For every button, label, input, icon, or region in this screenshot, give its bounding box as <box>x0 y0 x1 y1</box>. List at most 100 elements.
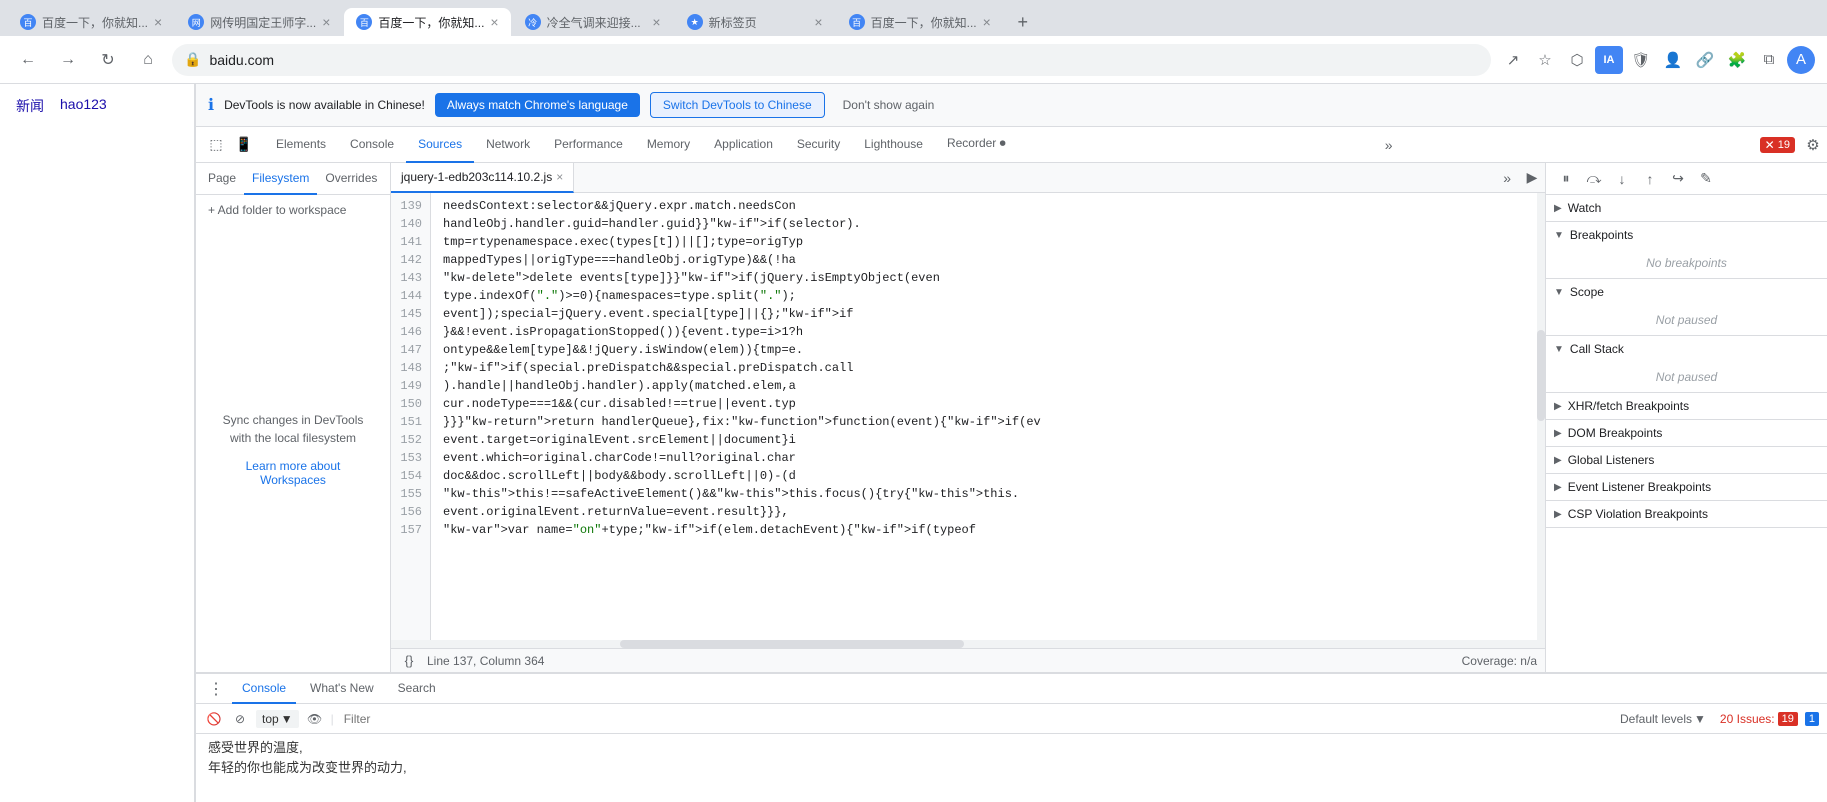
workspace-learn-more-link[interactable]: Learn more about Workspaces <box>216 459 370 487</box>
favicon-1: 百 <box>20 14 36 30</box>
horizontal-scrollbar[interactable] <box>391 640 1537 648</box>
bookmark-button[interactable]: ☆ <box>1531 46 1559 74</box>
step-over-button[interactable]: ⤼ <box>1582 167 1606 191</box>
line-number: 149 <box>391 377 430 395</box>
global-listeners-section: ▶ Global Listeners <box>1546 447 1827 474</box>
breakpoints-content: No breakpoints <box>1546 248 1827 278</box>
dont-show-button[interactable]: Don't show again <box>843 98 935 112</box>
issues-count[interactable]: 20 Issues: 19 1 <box>1720 712 1819 726</box>
profile-button[interactable]: 👤 <box>1659 46 1687 74</box>
favicon-4: 冷 <box>525 14 541 30</box>
step-into-button[interactable]: ↓ <box>1610 167 1634 191</box>
more-tabs-button[interactable]: » <box>1377 137 1401 153</box>
url-bar[interactable]: 🔒 baidu.com <box>172 44 1491 76</box>
tab-recorder[interactable]: Recorder ⏺ <box>935 127 1018 163</box>
browser-tab-4[interactable]: 冷 冷全气调来迎接... × <box>513 8 673 36</box>
deactivate-breakpoints-button[interactable]: ✎ <box>1694 167 1718 191</box>
select-element-icon[interactable]: ⬚ <box>204 133 228 157</box>
close-tab-4[interactable]: × <box>652 14 660 30</box>
line-number: 156 <box>391 503 430 521</box>
extension-puzzle[interactable]: ⬡ <box>1563 46 1591 74</box>
shield-button[interactable]: 🛡 <box>1627 46 1655 74</box>
step-button[interactable]: ↪ <box>1666 167 1690 191</box>
console-tab[interactable]: Console <box>232 674 296 704</box>
ia-button[interactable]: IA <box>1595 46 1623 74</box>
scope-header[interactable]: ▼ Scope <box>1546 279 1827 305</box>
format-button[interactable]: {} <box>399 651 419 671</box>
step-out-button[interactable]: ↑ <box>1638 167 1662 191</box>
whats-new-tab[interactable]: What's New <box>300 674 384 704</box>
browser-tab-2[interactable]: 网 网传明国定王师字... × <box>176 8 342 36</box>
file-tab-close-button[interactable]: × <box>556 170 563 184</box>
tab-elements[interactable]: Elements <box>264 127 338 163</box>
tab-security[interactable]: Security <box>785 127 852 163</box>
tab-performance[interactable]: Performance <box>542 127 635 163</box>
home-button[interactable]: ⌂ <box>132 44 164 76</box>
close-tab-2[interactable]: × <box>322 14 330 30</box>
account-button[interactable]: A <box>1787 46 1815 74</box>
browser-tab-1[interactable]: 百 百度一下，你就知... × <box>8 8 174 36</box>
scrollbar-thumb[interactable] <box>1537 330 1545 421</box>
console-menu-button[interactable]: ⋮ <box>204 677 228 701</box>
tab-sources[interactable]: Sources <box>406 127 474 163</box>
default-levels-button[interactable]: Default levels ▼ <box>1620 712 1706 726</box>
xhr-breakpoints-header[interactable]: ▶ XHR/fetch Breakpoints <box>1546 393 1827 419</box>
browser-tab-3[interactable]: 百 百度一下，你就知... × <box>344 8 510 36</box>
file-tab-jquery[interactable]: jquery-1-edb203c114.10.2.js × <box>391 163 574 193</box>
console-filter-input[interactable] <box>340 708 1614 730</box>
close-tab-6[interactable]: × <box>983 14 991 30</box>
subtab-overrides[interactable]: Overrides <box>317 163 385 195</box>
code-line: "kw-var">var name="on"+type;"kw-if">if(e… <box>443 521 1545 539</box>
nav-hao123[interactable]: hao123 <box>60 96 107 116</box>
forward-button[interactable]: → <box>52 44 84 76</box>
tab-lighthouse[interactable]: Lighthouse <box>852 127 935 163</box>
line-number: 157 <box>391 521 430 539</box>
event-breakpoints-header[interactable]: ▶ Event Listener Breakpoints <box>1546 474 1827 500</box>
browser-tab-6[interactable]: 百 百度一下，你就知... × <box>837 8 1003 36</box>
back-button[interactable]: ← <box>12 44 44 76</box>
always-match-button[interactable]: Always match Chrome's language <box>435 93 640 117</box>
eye-button[interactable]: 👁 <box>305 709 325 729</box>
switch-chinese-button[interactable]: Switch DevTools to Chinese <box>650 92 825 118</box>
dom-breakpoints-header[interactable]: ▶ DOM Breakpoints <box>1546 420 1827 446</box>
clear-console-button[interactable]: 🚫 <box>204 709 224 729</box>
settings-gear-icon[interactable]: ⚙ <box>1799 131 1827 159</box>
address-bar: ← → ↻ ⌂ 🔒 baidu.com ↗ ☆ ⬡ IA 🛡 👤 🔗 🧩 ⧉ A <box>0 36 1827 84</box>
nav-news[interactable]: 新闻 <box>16 96 44 116</box>
global-listeners-header[interactable]: ▶ Global Listeners <box>1546 447 1827 473</box>
browser-tab-5[interactable]: ★ 新标签页 × <box>675 8 835 36</box>
new-tab-button[interactable]: + <box>1009 8 1037 36</box>
extensions-button[interactable]: 🧩 <box>1723 46 1751 74</box>
tab-memory[interactable]: Memory <box>635 127 702 163</box>
h-scrollbar-thumb[interactable] <box>620 640 964 648</box>
tab-application[interactable]: Application <box>702 127 785 163</box>
line-number: 150 <box>391 395 430 413</box>
watch-header[interactable]: ▶ Watch <box>1546 195 1827 221</box>
vertical-scrollbar[interactable] <box>1537 193 1545 648</box>
link-button[interactable]: 🔗 <box>1691 46 1719 74</box>
file-tabs-more-button[interactable]: » <box>1495 170 1519 186</box>
close-tab-1[interactable]: × <box>154 14 162 30</box>
add-folder-button[interactable]: + Add folder to workspace <box>196 195 390 225</box>
file-play-button[interactable]: ▶ <box>1519 165 1545 191</box>
close-tab-5[interactable]: × <box>814 14 822 30</box>
tab-title-4: 冷全气调来迎接... <box>547 14 647 31</box>
close-tab-3[interactable]: × <box>490 14 498 30</box>
callstack-header[interactable]: ▼ Call Stack <box>1546 336 1827 362</box>
reload-button[interactable]: ↻ <box>92 44 124 76</box>
filter-toggle-button[interactable]: ⊘ <box>230 709 250 729</box>
csp-breakpoints-header[interactable]: ▶ CSP Violation Breakpoints <box>1546 501 1827 527</box>
device-toolbar-icon[interactable]: 📱 <box>232 133 256 157</box>
share-button[interactable]: ↗ <box>1499 46 1527 74</box>
subtab-page[interactable]: Page <box>200 163 244 195</box>
pause-button[interactable]: ⏸ <box>1554 167 1578 191</box>
tab-console[interactable]: Console <box>338 127 406 163</box>
file-tab-name: jquery-1-edb203c114.10.2.js <box>401 170 552 184</box>
code-line: mappedTypes||origType===handleObj.origTy… <box>443 251 1545 269</box>
breakpoints-header[interactable]: ▼ Breakpoints <box>1546 222 1827 248</box>
tab-network[interactable]: Network <box>474 127 542 163</box>
csp-arrow-icon: ▶ <box>1554 509 1562 520</box>
window-button[interactable]: ⧉ <box>1755 46 1783 74</box>
search-tab[interactable]: Search <box>388 674 446 704</box>
subtab-filesystem[interactable]: Filesystem <box>244 163 317 195</box>
